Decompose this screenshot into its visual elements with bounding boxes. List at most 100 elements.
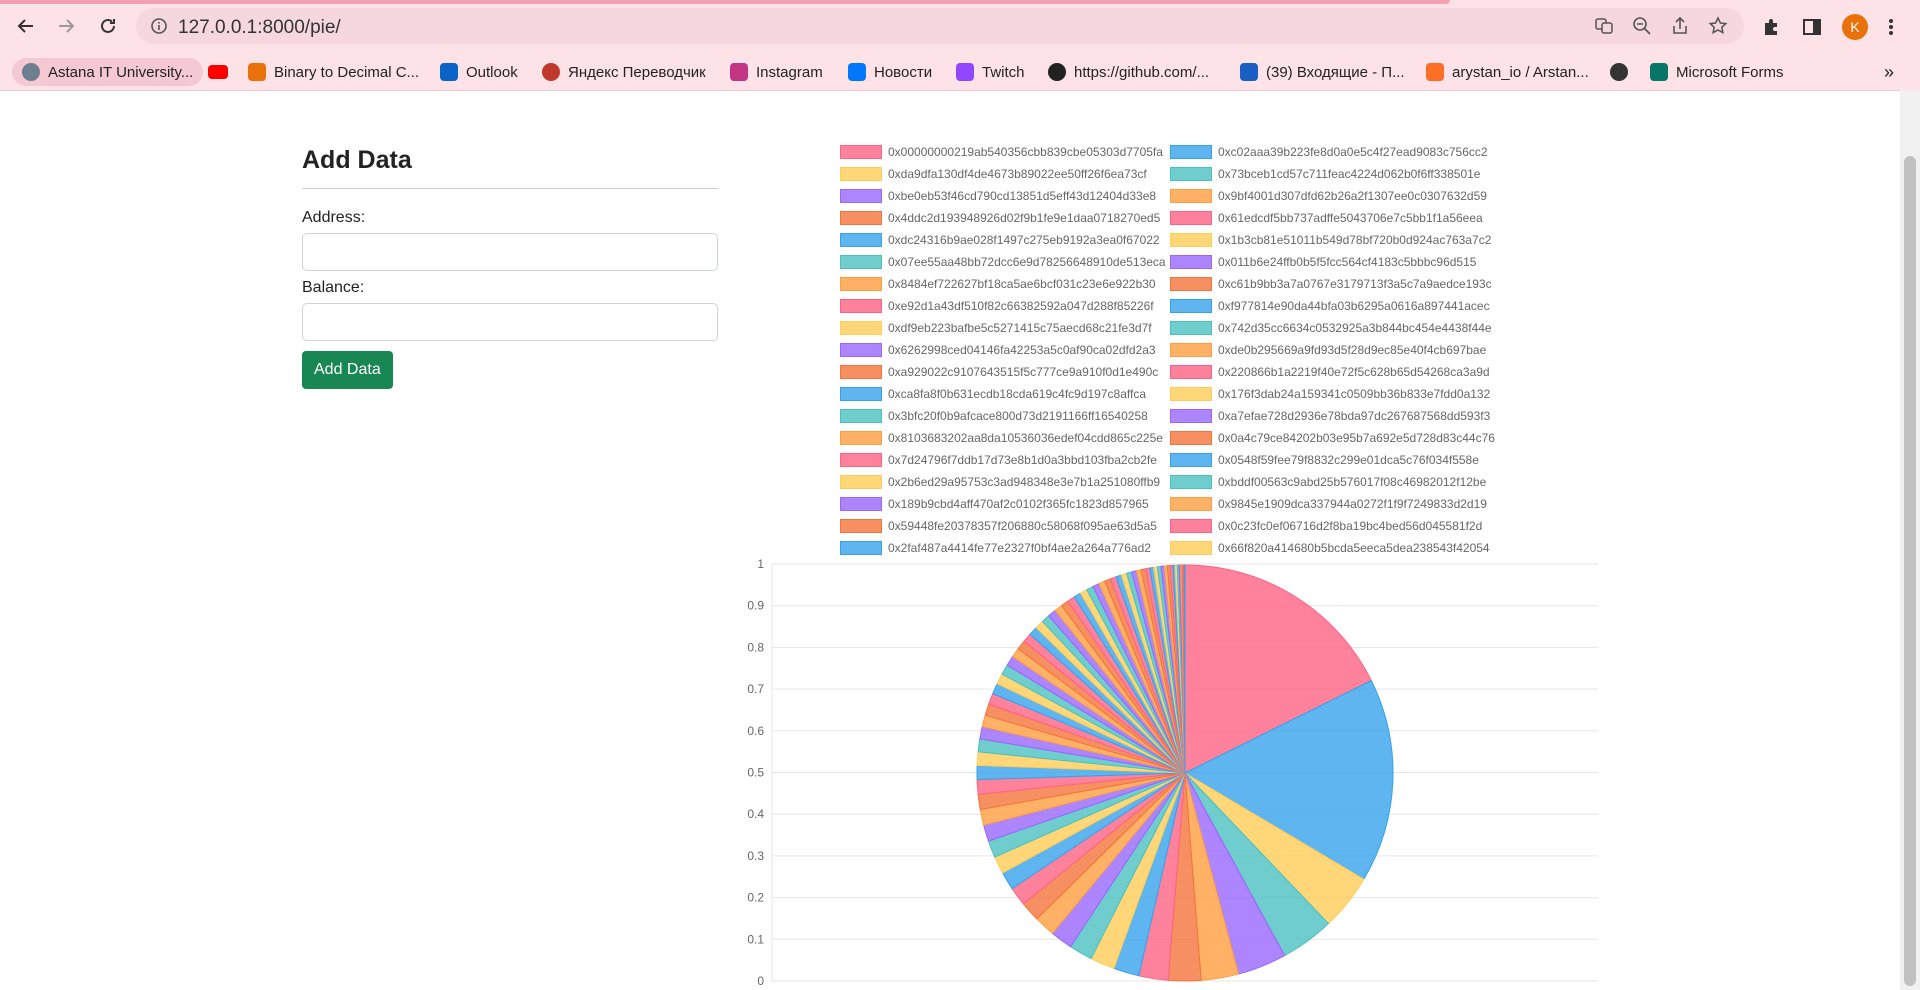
legend-item[interactable]: 0xc61b9bb3a7a0767e3179713f3a5c7a9aedce19… xyxy=(1170,275,1492,293)
bookmark-item[interactable] xyxy=(208,58,228,86)
y-tick-label: 0.5 xyxy=(747,766,764,780)
profile-avatar[interactable]: K xyxy=(1842,14,1868,40)
legend-item[interactable]: 0xdc24316b9ae028f1497c275eb9192a3ea0f670… xyxy=(840,231,1160,249)
balance-input[interactable] xyxy=(302,303,718,341)
url-text[interactable]: 127.0.0.1:8000/pie/ xyxy=(178,17,341,39)
bookmark-item[interactable]: Instagram xyxy=(730,58,823,86)
legend-item[interactable]: 0xde0b295669a9fd93d5f28d9ec85e40f4cb697b… xyxy=(1170,341,1486,359)
legend-item[interactable]: 0xbddf00563c9abd25b576017f08c46982012f12… xyxy=(1170,473,1486,491)
reload-button[interactable] xyxy=(96,14,120,38)
share-icon[interactable] xyxy=(1670,16,1690,36)
star-bookmark-icon[interactable] xyxy=(1708,16,1728,36)
university-icon xyxy=(22,63,40,81)
bookmark-item[interactable]: Яндекс Переводчик xyxy=(542,58,706,86)
bookmark-item[interactable] xyxy=(1610,58,1628,86)
legend-item[interactable]: 0x220866b1a2219f40e72f5c628b65d54268ca3a… xyxy=(1170,363,1490,381)
zoom-out-icon[interactable] xyxy=(1632,16,1652,36)
vk-icon xyxy=(848,63,866,81)
bookmark-item[interactable]: (39) Входящие - П... xyxy=(1240,58,1405,86)
legend-swatch xyxy=(1170,387,1212,401)
bookmark-item[interactable]: Microsoft Forms xyxy=(1650,58,1784,86)
legend-swatch xyxy=(1170,475,1212,489)
legend-item[interactable]: 0xbe0eb53f46cd790cd13851d5eff43d12404d33… xyxy=(840,187,1156,205)
extensions-puzzle-icon[interactable] xyxy=(1762,17,1782,37)
legend-label: 0x07ee55aa48bb72dcc6e9d78256648910de513e… xyxy=(888,255,1166,269)
bookmarks-overflow-button[interactable]: » xyxy=(1884,58,1894,86)
bookmark-item[interactable]: arystan_io / Arstan... xyxy=(1426,58,1589,86)
legend-item[interactable]: 0xdf9eb223bafbe5c5271415c75aecd68c21fe3d… xyxy=(840,319,1152,337)
address-input[interactable] xyxy=(302,233,718,271)
legend-label: 0xa929022c9107643515f5c777ce9a910f0d1e49… xyxy=(888,365,1159,379)
legend-label: 0x6262998ced04146fa42253a5c0af90ca02dfd2… xyxy=(888,343,1156,357)
legend-item[interactable]: 0x9845e1909dca337944a0272f1f9f7249833d2d… xyxy=(1170,495,1487,513)
y-tick-label: 0.9 xyxy=(747,599,764,613)
legend-item[interactable]: 0x07ee55aa48bb72dcc6e9d78256648910de513e… xyxy=(840,253,1166,271)
legend-label: 0x66f820a414680b5bcda5eeca5dea238543f420… xyxy=(1218,541,1490,555)
address-bar[interactable]: 127.0.0.1:8000/pie/ xyxy=(136,8,1744,44)
legend-label: 0x0a4c79ce84202b03e95b7a692e5d728d83c44c… xyxy=(1218,431,1495,445)
kebab-menu-icon[interactable] xyxy=(1888,17,1894,37)
bookmark-item[interactable]: Outlook xyxy=(440,58,518,86)
add-data-button[interactable]: Add Data xyxy=(302,351,393,389)
legend-item[interactable]: 0x2faf487a4414fe77e2327f0bf4ae2a264a776a… xyxy=(840,539,1151,557)
legend-item[interactable]: 0x66f820a414680b5bcda5eeca5dea238543f420… xyxy=(1170,539,1490,557)
bookmark-item[interactable]: Binary to Decimal C... xyxy=(248,58,419,86)
page-scrollbar[interactable] xyxy=(1900,90,1920,990)
legend-item[interactable]: 0x6262998ced04146fa42253a5c0af90ca02dfd2… xyxy=(840,341,1156,359)
legend-swatch xyxy=(1170,299,1212,313)
legend-swatch xyxy=(840,321,882,335)
legend-item[interactable]: 0xda9dfa130df4de4673b89022ee50ff26f6ea73… xyxy=(840,165,1147,183)
y-tick-label: 0 xyxy=(757,974,764,986)
legend-swatch xyxy=(840,233,882,247)
youtube-icon xyxy=(208,65,228,79)
legend-item[interactable]: 0xa929022c9107643515f5c777ce9a910f0d1e49… xyxy=(840,363,1158,381)
legend-label: 0x8484ef722627bf18ca5ae6bcf031c23e6e922b… xyxy=(888,277,1156,291)
legend-item[interactable]: 0x59448fe20378357f206880c58068f095ae63d5… xyxy=(840,517,1157,535)
scrollbar-thumb[interactable] xyxy=(1904,156,1916,986)
bookmark-item[interactable]: Twitch xyxy=(956,58,1025,86)
info-icon[interactable] xyxy=(150,17,168,35)
legend-label: 0x011b6e24ffb0b5f5fcc564cf4183c5bbbc96d5… xyxy=(1218,255,1477,269)
browser-toolbar: 127.0.0.1:8000/pie/ K xyxy=(0,0,1920,54)
github-icon xyxy=(1048,63,1066,81)
legend-item[interactable]: 0x0a4c79ce84202b03e95b7a692e5d728d83c44c… xyxy=(1170,429,1495,447)
legend-item[interactable]: 0xe92d1a43df510f82c66382592a047d288f8522… xyxy=(840,297,1154,315)
legend-item[interactable]: 0x4ddc2d193948926d02f9b1fe9e1daa0718270e… xyxy=(840,209,1160,227)
legend-item[interactable]: 0x1b3cb81e51011b549d78bf720b0d924ac763a7… xyxy=(1170,231,1491,249)
pie-chart: 1 0.9 0.8 0.7 0.6 0.5 0.4 0.3 0.2 0.1 0 xyxy=(747,557,1598,986)
bookmark-item[interactable]: Новости xyxy=(848,58,932,86)
legend-item[interactable]: 0x742d35cc6634c0532925a3b844bc454e4438f4… xyxy=(1170,319,1492,337)
legend-item[interactable]: 0x61edcdf5bb737adffe5043706e7c5bb1f1a56e… xyxy=(1170,209,1483,227)
forward-button[interactable] xyxy=(54,14,78,38)
legend-item[interactable]: 0x73bceb1cd57c711feac4224d062b0f6ff33850… xyxy=(1170,165,1480,183)
legend-label: 0x61edcdf5bb737adffe5043706e7c5bb1f1a56e… xyxy=(1218,211,1483,225)
legend-item[interactable]: 0x189b9cbd4aff470af2c0102f365fc1823d8579… xyxy=(840,495,1149,513)
legend-item[interactable]: 0x176f3dab24a159341c0509bb36b833e7fdd0a1… xyxy=(1170,385,1490,403)
legend-item[interactable]: 0xf977814e90da44bfa03b6295a0616a897441ac… xyxy=(1170,297,1490,315)
legend-item[interactable]: 0x8484ef722627bf18ca5ae6bcf031c23e6e922b… xyxy=(840,275,1156,293)
back-button[interactable] xyxy=(14,14,38,38)
bookmark-item[interactable]: https://github.com/... xyxy=(1048,58,1209,86)
legend-swatch xyxy=(840,519,882,533)
legend-item[interactable]: 0x7d24796f7ddb17d73e8b1d0a3bbd103fba2cb2… xyxy=(840,451,1157,469)
pie-slice[interactable] xyxy=(1183,564,1186,774)
legend-swatch xyxy=(840,277,882,291)
form-divider xyxy=(302,188,718,189)
legend-label: 0xbe0eb53f46cd790cd13851d5eff43d12404d33… xyxy=(888,189,1157,203)
legend-item[interactable]: 0xc02aaa39b223fe8d0a0e5c4f27ead9083c756c… xyxy=(1170,143,1488,161)
legend-item[interactable]: 0x0c23fc0ef06716d2f8ba19bc4bed56d045581f… xyxy=(1170,517,1482,535)
translate-page-icon[interactable] xyxy=(1594,16,1614,36)
bookmark-item[interactable]: Astana IT University... xyxy=(12,58,204,86)
legend-item[interactable]: 0x8103683202aa8da10536036edef04cdd865c22… xyxy=(840,429,1163,447)
legend-item[interactable]: 0x2b6ed29a95753c3ad948348e3e7b1a251080ff… xyxy=(840,473,1160,491)
legend-item[interactable]: 0x00000000219ab540356cbb839cbe05303d7705… xyxy=(840,143,1163,161)
legend-item[interactable]: 0xa7efae728d2936e78bda97dc267687568dd593… xyxy=(1170,407,1490,425)
legend-item[interactable]: 0x3bfc20f0b9afcace800d73d2191166ff165402… xyxy=(840,407,1148,425)
legend-item[interactable]: 0x9bf4001d307dfd62b26a2f1307ee0c0307632d… xyxy=(1170,187,1487,205)
legend-label: 0x176f3dab24a159341c0509bb36b833e7fdd0a1… xyxy=(1218,387,1491,401)
side-panel-icon[interactable] xyxy=(1802,17,1822,37)
legend-item[interactable]: 0xca8fa8f0b631ecdb18cda619c4fc9d197c8aff… xyxy=(840,385,1146,403)
legend-item[interactable]: 0x0548f59fee79f8832c299e01dca5c76f034f55… xyxy=(1170,451,1479,469)
legend-item[interactable]: 0x011b6e24ffb0b5f5fcc564cf4183c5bbbc96d5… xyxy=(1170,253,1476,271)
legend-label: 0x2b6ed29a95753c3ad948348e3e7b1a251080ff… xyxy=(888,475,1161,489)
